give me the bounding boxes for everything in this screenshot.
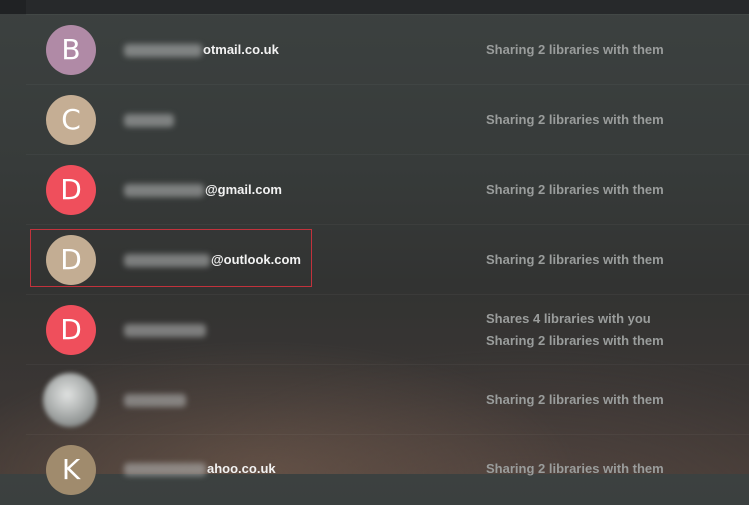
contact-avatar-photo <box>43 373 97 427</box>
top-bar <box>0 0 749 14</box>
contact-row[interactable]: C Sharing 2 libraries with them <box>26 84 749 155</box>
contact-avatar: C <box>46 95 96 145</box>
selection-highlight <box>30 229 312 287</box>
contact-email: ahoo.co.uk <box>124 459 276 479</box>
contact-avatar: D <box>46 305 96 355</box>
contact-email: otmail.co.uk <box>124 40 279 60</box>
contact-avatar: D <box>46 165 96 215</box>
contact-row[interactable]: K ahoo.co.uk Sharing 2 libraries with th… <box>26 434 749 505</box>
contact-email <box>124 110 175 130</box>
sharing-status: Sharing 2 libraries with them <box>486 333 664 348</box>
sharing-status: Sharing 2 libraries with them <box>486 392 664 407</box>
contact-email-domain: @gmail.com <box>205 182 282 197</box>
contact-row[interactable]: B otmail.co.uk Sharing 2 libraries with … <box>26 14 749 85</box>
redacted-text <box>124 463 206 477</box>
sharing-status: Sharing 2 libraries with them <box>486 252 664 267</box>
sharing-status: Sharing 2 libraries with them <box>486 182 664 197</box>
contact-email <box>124 320 207 340</box>
redacted-text <box>124 184 204 198</box>
contact-email <box>124 390 187 410</box>
contact-avatar: K <box>46 445 96 495</box>
contact-avatar: B <box>46 25 96 75</box>
redacted-text <box>124 324 206 338</box>
redacted-text <box>124 44 202 58</box>
contact-row[interactable]: Sharing 2 libraries with them <box>26 364 749 435</box>
sharing-status: Sharing 2 libraries with them <box>486 112 664 127</box>
redacted-text <box>124 114 174 128</box>
contact-email-domain: otmail.co.uk <box>203 42 279 57</box>
contact-row[interactable]: D @gmail.com Sharing 2 libraries with th… <box>26 154 749 225</box>
contact-row[interactable]: D Shares 4 libraries with you Sharing 2 … <box>26 294 749 365</box>
sharing-status-incoming: Shares 4 libraries with you <box>486 311 651 326</box>
sharing-status: Sharing 2 libraries with them <box>486 461 664 476</box>
top-bar-inner <box>26 0 749 14</box>
sharing-status: Sharing 2 libraries with them <box>486 42 664 57</box>
redacted-text <box>124 394 186 408</box>
contact-email: @gmail.com <box>124 180 282 200</box>
